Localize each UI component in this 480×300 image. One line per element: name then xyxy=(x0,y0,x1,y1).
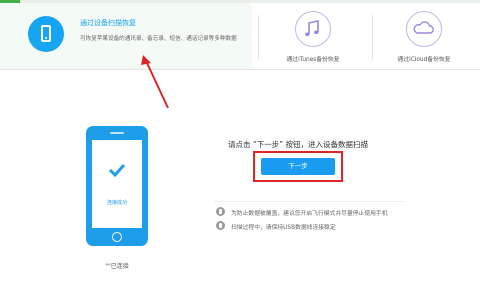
device-name-label: ""已连接 xyxy=(105,263,129,270)
next-step-button[interactable]: 下一步 xyxy=(261,158,335,175)
scan-prompt: 请点击 “下一步” 按钮，进入设备数据扫描 xyxy=(228,140,369,149)
info-icon xyxy=(216,207,225,216)
tip-text: 为防止数据被覆盖，建议您开启飞行模式并尽量停止使用手机 xyxy=(231,211,388,217)
recovery-window: 通过设备扫描恢复 可恢复苹果设备的通讯录、备忘录、短信、通话记录等多种数据 通过… xyxy=(0,0,480,300)
connected-device-illustration: 连接成功 xyxy=(86,126,148,246)
info-icon xyxy=(216,221,225,230)
annotation-arrow xyxy=(141,55,169,109)
checkmark-icon xyxy=(108,163,126,178)
tip-text: 扫描过程中，请保持USB数据线连接稳定 xyxy=(231,225,336,231)
tips-divider xyxy=(214,201,404,202)
device-connected-status: 连接成功 xyxy=(106,200,127,206)
